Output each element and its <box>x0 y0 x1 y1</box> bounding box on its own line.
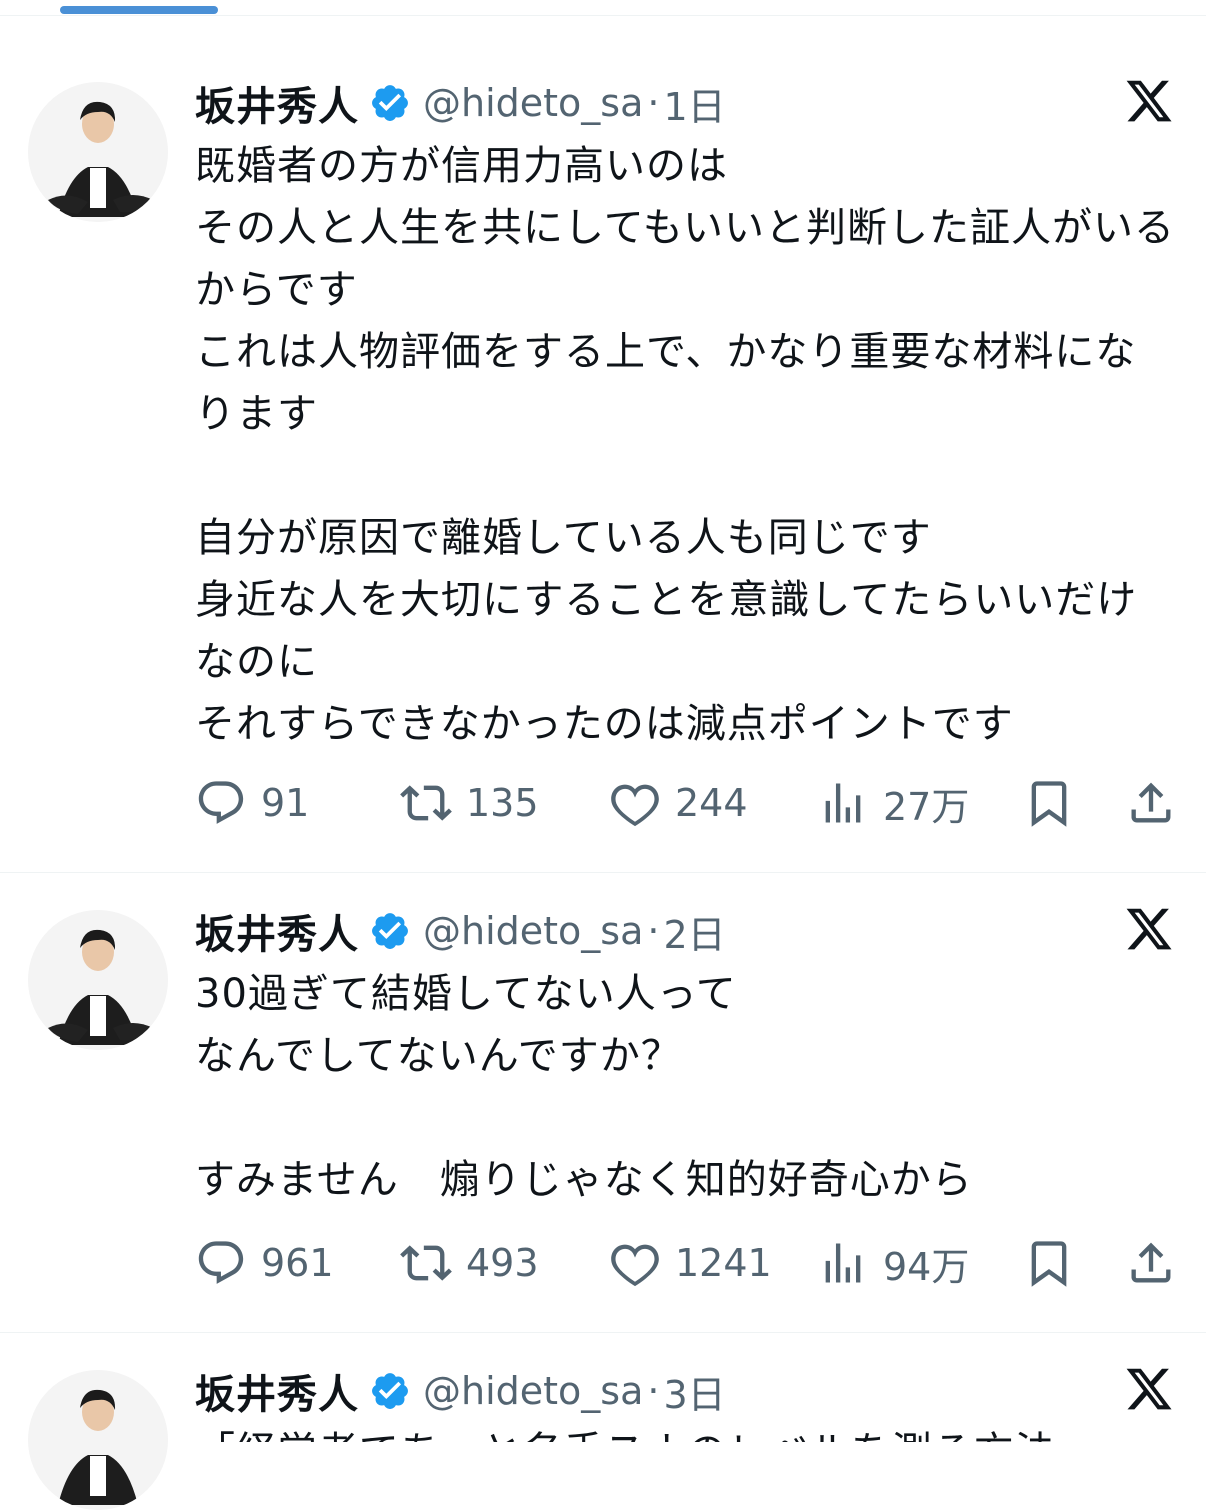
author-handle[interactable]: @hideto_sa <box>423 909 643 953</box>
reply-icon <box>198 1241 244 1284</box>
tweet-text: 「経営者であっと名手スナのレベルを測る方法 <box>195 1421 1175 1442</box>
verified-badge-icon <box>372 1373 408 1409</box>
repost-count: 493 <box>466 1241 539 1285</box>
reply-icon <box>198 781 244 824</box>
avatar[interactable] <box>28 910 168 1050</box>
views-count: 27万 <box>883 784 970 829</box>
separator: · <box>647 1369 660 1413</box>
views-icon <box>825 783 861 823</box>
timestamp[interactable]: 3日 <box>663 1364 725 1419</box>
avatar[interactable] <box>28 1370 168 1510</box>
author-name[interactable]: 坂井秀人 <box>195 1362 359 1420</box>
action-bar: 91 135 244 27万 <box>195 773 1180 833</box>
share-icon[interactable] <box>1125 777 1177 829</box>
reply-button[interactable]: 961 <box>195 1233 334 1293</box>
avatar[interactable] <box>28 82 168 222</box>
share-icon[interactable] <box>1125 1237 1177 1289</box>
author-handle[interactable]: @hideto_sa <box>423 1369 643 1413</box>
separator: · <box>647 909 660 953</box>
tweet-divider <box>0 872 1206 873</box>
separator: · <box>647 81 660 125</box>
active-tab-indicator <box>60 6 218 14</box>
tweet-header: 坂井秀人 @hideto_sa · 2日 <box>195 904 726 959</box>
repost-icon <box>400 785 452 821</box>
tweet-divider <box>0 1332 1206 1333</box>
reply-count: 91 <box>261 781 310 825</box>
action-bar: 961 493 1241 94万 <box>195 1233 1180 1293</box>
author-handle[interactable]: @hideto_sa <box>423 81 643 125</box>
tweet-header: 坂井秀人 @hideto_sa · 3日 <box>195 1364 726 1419</box>
timestamp[interactable]: 1日 <box>663 76 725 131</box>
author-name[interactable]: 坂井秀人 <box>195 74 359 132</box>
reply-button[interactable]: 91 <box>195 773 309 833</box>
verified-badge-icon <box>372 913 408 949</box>
verified-badge-icon <box>372 85 408 121</box>
x-logo-icon[interactable] <box>1124 1364 1174 1414</box>
bookmark-icon[interactable] <box>1023 777 1075 829</box>
reply-count: 961 <box>261 1241 334 1285</box>
timestamp[interactable]: 2日 <box>663 904 725 959</box>
views-button[interactable]: 27万 <box>817 773 969 833</box>
repost-count: 135 <box>466 781 539 825</box>
heart-icon <box>611 1244 659 1287</box>
heart-icon <box>611 784 659 827</box>
repost-icon <box>400 1245 452 1281</box>
like-button[interactable]: 244 <box>609 773 748 833</box>
like-count: 244 <box>675 781 748 825</box>
repost-button[interactable]: 135 <box>400 773 539 833</box>
tweet-text: 30過ぎて結婚してない人って なんでしてないんですか？ すみません 煽りじゃなく… <box>195 971 973 1203</box>
header-divider <box>0 15 1206 16</box>
repost-button[interactable]: 493 <box>400 1233 539 1293</box>
like-count: 1241 <box>675 1241 772 1285</box>
author-name[interactable]: 坂井秀人 <box>195 902 359 960</box>
tweet-header: 坂井秀人 @hideto_sa · 1日 <box>195 76 726 131</box>
views-count: 94万 <box>883 1244 970 1289</box>
bookmark-icon[interactable] <box>1023 1237 1075 1289</box>
x-logo-icon[interactable] <box>1124 904 1174 954</box>
like-button[interactable]: 1241 <box>609 1233 772 1293</box>
tweet-text: 既婚者の方が信用力高いのは その人と人生を共にしてもいいと判断した証人がいるから… <box>195 143 1175 747</box>
x-logo-icon[interactable] <box>1124 76 1174 126</box>
views-button[interactable]: 94万 <box>817 1233 969 1293</box>
views-icon <box>825 1243 861 1283</box>
